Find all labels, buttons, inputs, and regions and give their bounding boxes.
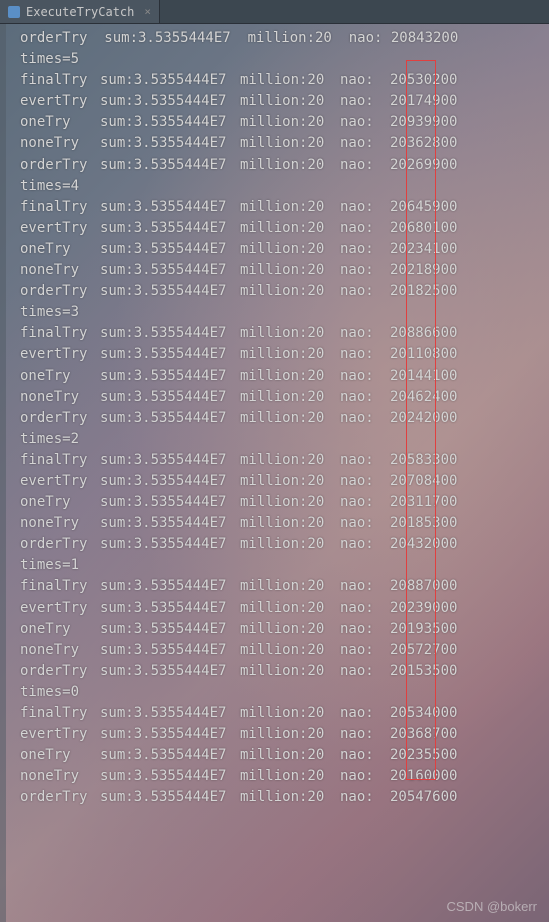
output-line: evertTry sum:3.5355444E7 million:20 nao:… <box>20 724 547 745</box>
tab-title: ExecuteTryCatch <box>26 5 134 19</box>
close-icon[interactable]: × <box>144 5 151 18</box>
output-line: finalTry sum:3.5355444E7 million:20 nao:… <box>20 323 547 344</box>
output-line: finalTry sum:3.5355444E7 million:20 nao:… <box>20 703 547 724</box>
output-line: oneTry sum:3.5355444E7 million:20 nao: 2… <box>20 239 547 260</box>
output-line: noneTry sum:3.5355444E7 million:20 nao: … <box>20 133 547 154</box>
output-line: oneTry sum:3.5355444E7 million:20 nao: 2… <box>20 745 547 766</box>
output-line: evertTry sum:3.5355444E7 million:20 nao:… <box>20 91 547 112</box>
output-line: finalTry sum:3.5355444E7 million:20 nao:… <box>20 197 547 218</box>
output-line: noneTry sum:3.5355444E7 million:20 nao: … <box>20 640 547 661</box>
output-line: oneTry sum:3.5355444E7 million:20 nao: 2… <box>20 366 547 387</box>
output-line: evertTry sum:3.5355444E7 million:20 nao:… <box>20 344 547 365</box>
times-line: times=4 <box>20 176 547 197</box>
output-line: orderTry sum:3.5355444E7 million:20 nao:… <box>20 534 547 555</box>
output-line: orderTry sum:3.5355444E7 million:20 nao:… <box>20 661 547 682</box>
times-line: times=3 <box>20 302 547 323</box>
times-line: times=0 <box>20 682 547 703</box>
output-line: oneTry sum:3.5355444E7 million:20 nao: 2… <box>20 619 547 640</box>
output-line: orderTry sum:3.5355444E7 million:20 nao:… <box>20 28 547 49</box>
output-line: oneTry sum:3.5355444E7 million:20 nao: 2… <box>20 492 547 513</box>
tab-executetrycatch[interactable]: ExecuteTryCatch × <box>0 0 160 23</box>
output-line: evertTry sum:3.5355444E7 million:20 nao:… <box>20 598 547 619</box>
output-line: noneTry sum:3.5355444E7 million:20 nao: … <box>20 766 547 787</box>
output-line: orderTry sum:3.5355444E7 million:20 nao:… <box>20 408 547 429</box>
gutter <box>0 24 6 922</box>
output-line: orderTry sum:3.5355444E7 million:20 nao:… <box>20 155 547 176</box>
run-icon <box>8 6 20 18</box>
output-line: oneTry sum:3.5355444E7 million:20 nao: 2… <box>20 112 547 133</box>
output-line: orderTry sum:3.5355444E7 million:20 nao:… <box>20 787 547 808</box>
output-line: orderTry sum:3.5355444E7 million:20 nao:… <box>20 281 547 302</box>
output-line: noneTry sum:3.5355444E7 million:20 nao: … <box>20 513 547 534</box>
times-line: times=2 <box>20 429 547 450</box>
times-line: times=5 <box>20 49 547 70</box>
output-line: noneTry sum:3.5355444E7 million:20 nao: … <box>20 260 547 281</box>
times-line: times=1 <box>20 555 547 576</box>
output-line: evertTry sum:3.5355444E7 million:20 nao:… <box>20 471 547 492</box>
output-line: evertTry sum:3.5355444E7 million:20 nao:… <box>20 218 547 239</box>
console-output[interactable]: orderTry sum:3.5355444E7 million:20 nao:… <box>0 24 549 812</box>
watermark: CSDN @bokerr <box>447 899 538 914</box>
output-line: finalTry sum:3.5355444E7 million:20 nao:… <box>20 576 547 597</box>
output-line: finalTry sum:3.5355444E7 million:20 nao:… <box>20 70 547 91</box>
output-line: finalTry sum:3.5355444E7 million:20 nao:… <box>20 450 547 471</box>
tab-bar: ExecuteTryCatch × <box>0 0 549 24</box>
output-line: noneTry sum:3.5355444E7 million:20 nao: … <box>20 387 547 408</box>
